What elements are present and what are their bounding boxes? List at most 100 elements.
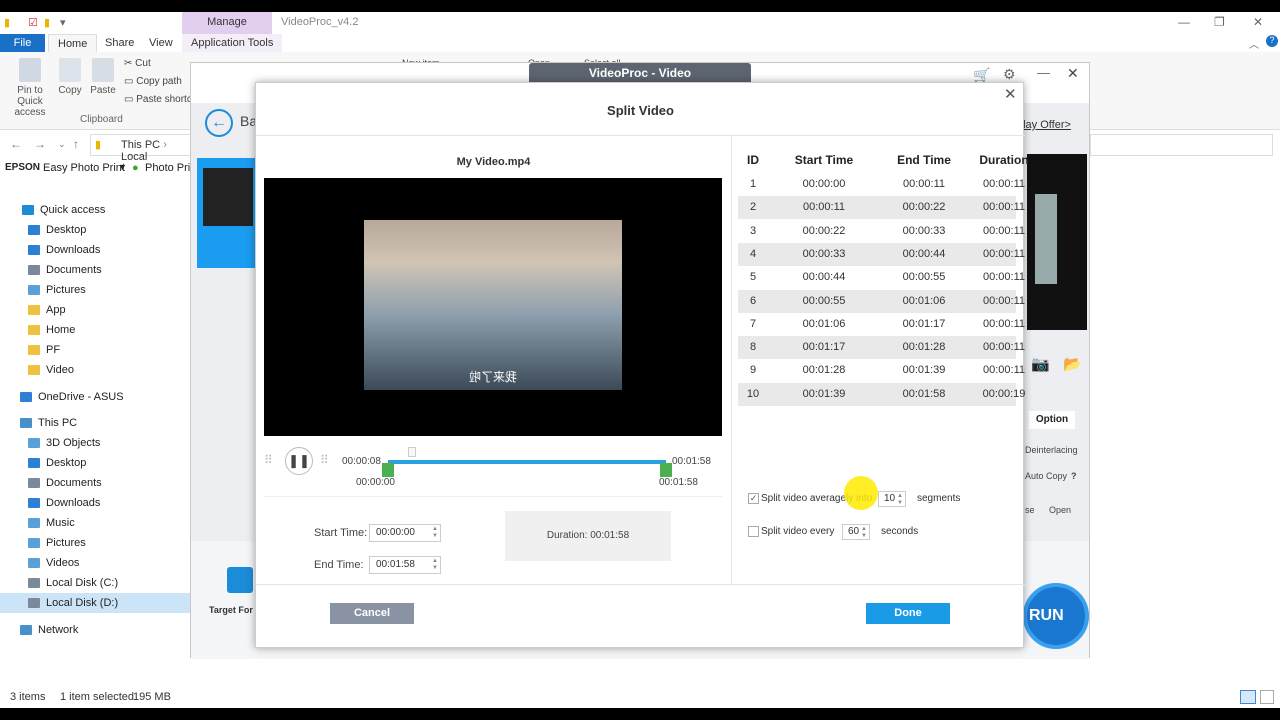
large-icons-view-icon[interactable] [1260,690,1274,704]
folder-icon [28,285,40,296]
sidebar-item[interactable]: Desktop [28,453,86,473]
cancel-button[interactable]: Cancel [330,603,414,624]
table-row[interactable]: 4 00:00:33 00:00:44 00:00:11 [738,242,1025,266]
minimize-icon[interactable]: — [1178,15,1190,29]
done-button[interactable]: Done [866,603,950,624]
sidebar-item[interactable]: Downloads [28,240,100,260]
tab-application-tools[interactable]: Application Tools [182,34,283,52]
trim-timeline[interactable] [388,460,666,464]
start-time-input[interactable]: 00:00:00 ▲ ▼ [369,524,441,542]
cut-button[interactable]: ✂ Cut [124,58,151,69]
tab-home[interactable]: Home [48,34,98,52]
help-icon[interactable]: ? [1266,35,1278,47]
sidebar-item[interactable]: OneDrive - ASUS [20,387,124,407]
sidebar-item[interactable]: Music [28,513,75,533]
sidebar-item[interactable]: Videos [28,553,79,573]
address-bar[interactable]: ▮ This PC › Local [90,134,200,163]
sidebar-item[interactable]: PF [28,340,60,360]
trim-start-handle[interactable] [382,463,394,477]
sidebar-item[interactable]: Documents [28,473,102,493]
sidebar-item[interactable]: Desktop [28,220,86,240]
vp-close-icon[interactable]: ✕ [1067,65,1079,82]
back-arrow-icon[interactable]: ← [205,109,233,137]
manage-tab[interactable]: Manage [182,12,272,34]
settings-icon[interactable]: ⚙ [1003,66,1016,83]
search-input[interactable] [1090,134,1273,156]
pause-button[interactable]: ❚❚ [285,447,313,475]
video-preview[interactable]: 我来了啦 [264,178,722,436]
back-arrow-icon[interactable]: ← [10,137,22,151]
split-averagely-checkbox[interactable]: ✓ [748,493,759,504]
run-button[interactable]: RUN [1023,583,1089,649]
auto-copy-label[interactable]: Auto Copy [1025,471,1067,481]
sidebar-item[interactable]: Downloads [28,493,100,513]
paste-button[interactable]: Paste [90,58,116,96]
copy-path-button[interactable]: ▭ Copy path [124,76,182,87]
dialog-close-icon[interactable]: ✕ [1004,85,1017,103]
breadcrumb-this-pc[interactable]: This PC [121,139,160,151]
customize-dropdown-icon[interactable]: ▾ [60,16,66,29]
collapse-ribbon-icon[interactable]: ︿ [1249,36,1259,51]
open-output-button[interactable]: Open [1049,505,1071,515]
sidebar-item[interactable]: This PC [20,413,77,433]
stepper-icon[interactable]: ▲ ▼ [861,526,867,540]
auto-copy-help-icon[interactable]: ? [1071,471,1077,481]
sidebar-item[interactable]: Pictures [28,533,86,553]
option-button[interactable]: Option [1029,411,1075,429]
seconds-input[interactable]: 60 ▲ ▼ [842,524,870,540]
easy-photo-print-button[interactable]: Easy Photo Print [43,162,125,174]
sidebar-item[interactable]: 3D Objects [28,433,100,453]
sidebar-item[interactable]: Documents [28,260,102,280]
vp-minimize-icon[interactable]: — [1037,65,1050,80]
table-row[interactable]: 1 00:00:00 00:00:11 00:00:11 [738,173,1025,196]
table-row[interactable]: 2 00:00:11 00:00:22 00:00:11 [738,196,1025,220]
video-thumbnail[interactable] [197,158,255,268]
details-view-icon[interactable] [1240,690,1256,704]
sidebar-item[interactable]: Video [28,360,74,380]
epson-dropdown-icon[interactable]: ▼ [118,162,127,172]
table-row[interactable]: 8 00:01:17 00:01:28 00:00:11 [738,336,1025,360]
sidebar-item[interactable]: Local Disk (C:) [28,573,118,593]
maximize-icon[interactable]: ❐ [1214,15,1225,29]
sidebar-item[interactable]: Network [20,620,78,640]
browse-label[interactable]: se [1025,505,1035,515]
stepper-icon[interactable]: ▲ ▼ [432,526,438,540]
copy-button[interactable]: Copy [58,58,82,96]
table-row[interactable]: 7 00:01:06 00:01:17 00:00:11 [738,313,1025,336]
end-time-input[interactable]: 00:01:58 ▲ ▼ [369,556,441,574]
sidebar-item[interactable]: Quick access [22,200,105,220]
sidebar-item[interactable]: Local Disk (D:) [0,593,190,613]
open-folder-icon[interactable]: 📂 [1063,355,1082,373]
copy-label: Copy [58,85,82,96]
tab-file[interactable]: File [0,34,45,52]
split-every-checkbox[interactable] [748,526,759,537]
up-arrow-icon[interactable]: ↑ [73,137,79,151]
trim-end-handle[interactable] [660,463,672,477]
drag-handle-icon[interactable]: ⠿ [264,453,273,467]
sidebar-item[interactable]: Home [28,320,75,340]
table-row[interactable]: 3 00:00:22 00:00:33 00:00:11 [738,220,1025,243]
stepper-icon[interactable]: ▲ ▼ [432,558,438,572]
table-row[interactable]: 9 00:01:28 00:01:39 00:00:11 [738,359,1025,382]
segments-count-input[interactable]: 10 ▲ ▼ [878,491,906,507]
pin-quick-access-button[interactable]: Pin to Quick access [4,58,56,118]
holiday-offer-link[interactable]: iday Offer> [1017,119,1071,131]
drag-handle-icon[interactable]: ⠿ [320,453,329,467]
table-row[interactable]: 10 00:01:39 00:01:58 00:00:19 [738,382,1025,406]
target-format-label[interactable]: Target For [209,605,253,615]
deinterlacing-label[interactable]: Deinterlacing [1025,445,1078,455]
properties-icon[interactable]: ☑ [28,16,38,29]
table-row[interactable]: 6 00:00:55 00:01:06 00:00:11 [738,289,1025,313]
playhead[interactable] [408,447,416,457]
tab-share[interactable]: Share [96,34,143,52]
sidebar-item[interactable]: Pictures [28,280,86,300]
paste-shortcut-button[interactable]: ▭ Paste shortcut [124,94,190,105]
sidebar-item[interactable]: App [28,300,66,320]
new-folder-icon[interactable]: ▮ [44,16,50,29]
table-row[interactable]: 5 00:00:44 00:00:55 00:00:11 [738,266,1025,289]
forward-arrow-icon[interactable]: → [34,137,46,151]
recent-dropdown-icon[interactable]: ⌄ [58,139,66,150]
close-icon[interactable]: ✕ [1253,15,1263,29]
stepper-icon[interactable]: ▲ ▼ [897,493,903,507]
tab-view[interactable]: View [140,34,182,52]
